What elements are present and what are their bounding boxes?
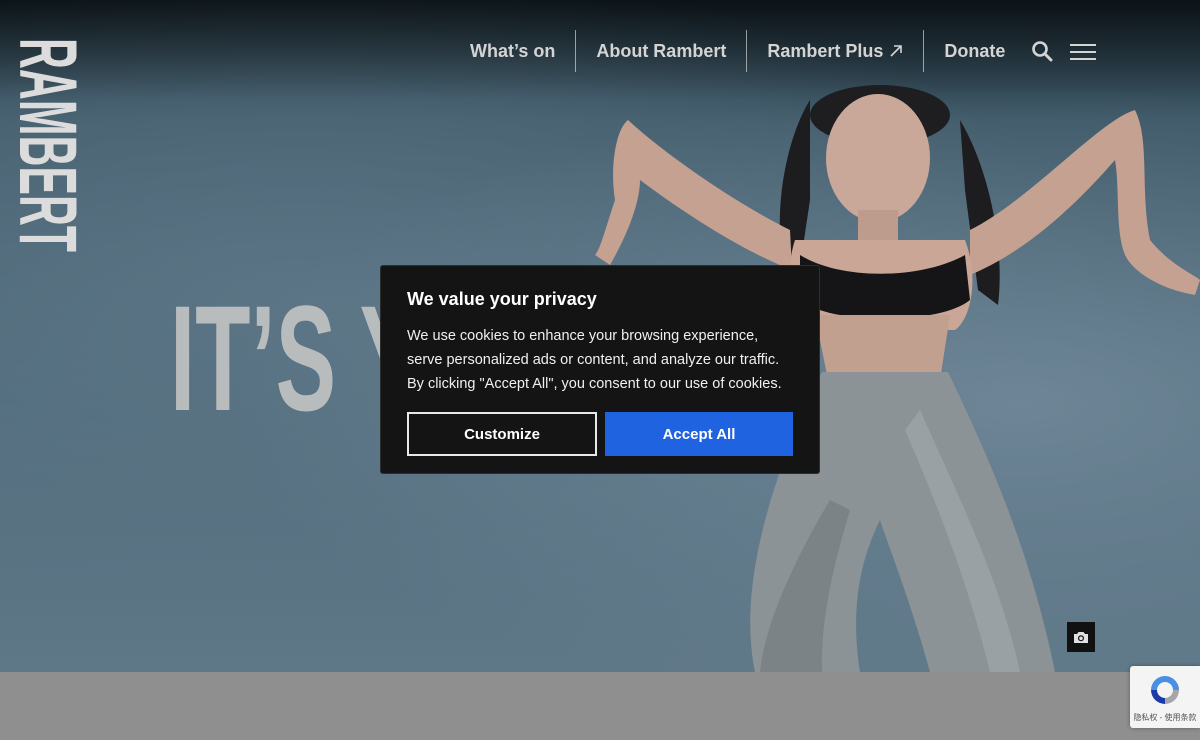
accept-all-button[interactable]: Accept All bbox=[605, 412, 793, 456]
cookie-line-1: We use cookies to enhance your browsing … bbox=[407, 328, 759, 344]
nav-about-rambert[interactable]: About Rambert bbox=[575, 30, 746, 72]
rambert-logo[interactable]: RAMBERT bbox=[18, 38, 88, 254]
nav-donate-label: Donate bbox=[944, 41, 1006, 61]
nav-whats-on[interactable]: What’s on bbox=[450, 30, 575, 72]
logo-text: RAMBERT bbox=[18, 38, 88, 252]
cookie-line-2: serve personalized ads or content, and a… bbox=[407, 352, 780, 368]
external-arrow-icon bbox=[890, 45, 903, 57]
cookie-title: We value your privacy bbox=[407, 289, 597, 309]
hamburger-menu-icon[interactable] bbox=[1070, 42, 1096, 62]
search-icon[interactable] bbox=[1031, 40, 1053, 62]
photo-credit-button[interactable] bbox=[1067, 622, 1095, 652]
main-nav: What’s on About Rambert Rambert Plus Don… bbox=[450, 30, 1025, 72]
nav-rambert-plus-label: Rambert Plus bbox=[767, 41, 884, 61]
nav-donate[interactable]: Donate bbox=[923, 30, 1025, 72]
recaptcha-badge[interactable]: 隐私权 - 使用条款 bbox=[1130, 666, 1200, 728]
nav-about-label: About Rambert bbox=[596, 41, 727, 61]
camera-icon bbox=[1074, 632, 1088, 643]
nav-whats-on-label: What’s on bbox=[470, 41, 556, 61]
page-content-area bbox=[0, 672, 1200, 740]
nav-rambert-plus[interactable]: Rambert Plus bbox=[746, 30, 923, 72]
recaptcha-icon bbox=[1151, 676, 1179, 704]
cookie-consent-dialog: We value your privacy We use cookies to … bbox=[380, 265, 820, 474]
cookie-line-3: By clicking "Accept All", you consent to… bbox=[407, 376, 782, 392]
cookie-buttons: Customize Accept All bbox=[407, 412, 793, 456]
recaptcha-links[interactable]: 隐私权 - 使用条款 bbox=[1130, 712, 1200, 723]
cookie-description: We use cookies to enhance your browsing … bbox=[407, 324, 793, 396]
customize-button[interactable]: Customize bbox=[407, 412, 597, 456]
